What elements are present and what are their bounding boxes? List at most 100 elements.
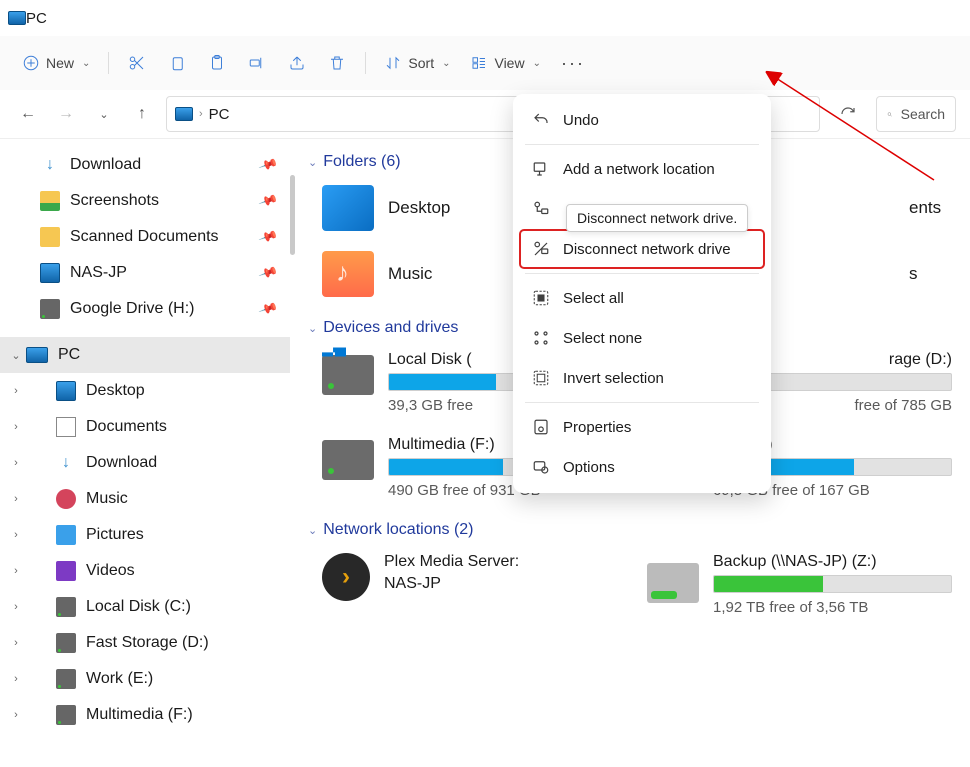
group-label: Network locations (2) (323, 521, 473, 539)
pc-icon (175, 107, 193, 121)
disconnect-icon (531, 239, 551, 259)
chevron-right-icon[interactable]: › (8, 673, 24, 685)
menu-select-all[interactable]: Select all (519, 278, 765, 318)
cut-button[interactable] (119, 45, 155, 81)
chevron-right-icon[interactable]: › (8, 565, 24, 577)
sidebar-item-scanned[interactable]: Scanned Documents📌 (0, 219, 290, 255)
music-icon (56, 489, 76, 509)
sidebar-item-screenshots[interactable]: Screenshots📌 (0, 183, 290, 219)
menu-separator (525, 273, 759, 274)
rename-button[interactable] (239, 45, 275, 81)
group-label: Folders (6) (323, 153, 400, 171)
tooltip: Disconnect network drive. (566, 204, 748, 232)
pin-icon: 📌 (257, 298, 278, 319)
sidebar-item-nas[interactable]: NAS-JP📌 (0, 255, 290, 291)
plus-circle-icon (22, 54, 40, 72)
chevron-right-icon[interactable]: › (8, 637, 24, 649)
sort-button[interactable]: Sort ⌄ (376, 45, 458, 81)
windows-drive-icon (322, 355, 374, 395)
folder-label: ents (909, 198, 941, 218)
invert-icon (531, 368, 551, 388)
undo-icon (531, 110, 551, 130)
sidebar-item-documents[interactable]: › Documents (0, 409, 290, 445)
recent-button[interactable]: ⌄ (90, 100, 118, 128)
body: ↓Download📌 Screenshots📌 Scanned Document… (0, 138, 970, 767)
share-icon (288, 54, 306, 72)
download-icon: ↓ (56, 453, 76, 473)
sidebar-item-label: Local Disk (C:) (86, 598, 191, 616)
chevron-right-icon: › (199, 108, 203, 120)
chevron-down-icon[interactable]: ⌄ (8, 349, 24, 362)
delete-button[interactable] (319, 45, 355, 81)
more-button[interactable]: ··· (553, 45, 593, 81)
monitor-plus-icon (531, 159, 551, 179)
menu-select-none[interactable]: Select none (519, 318, 765, 358)
chevron-right-icon[interactable]: › (8, 529, 24, 541)
sidebar-item-music[interactable]: ›Music (0, 481, 290, 517)
monitor-icon (56, 381, 76, 401)
chevron-down-icon: ⌄ (533, 58, 541, 69)
sidebar-item-e[interactable]: › Work (E:) (0, 661, 290, 697)
net-plex[interactable]: › Plex Media Server: NAS-JP (322, 553, 627, 616)
sidebar-item-label: Download (86, 454, 157, 472)
copy-button[interactable] (159, 45, 195, 81)
sidebar-item-download2[interactable]: › ↓ Download (0, 445, 290, 481)
drive-icon (322, 440, 374, 480)
view-button[interactable]: View ⌄ (462, 45, 548, 81)
options-icon (531, 457, 551, 477)
up-button[interactable]: ↑ (128, 100, 156, 128)
sidebar-item-f[interactable]: ›Multimedia (F:) (0, 697, 290, 733)
drive-icon (56, 597, 76, 617)
net-backup[interactable]: Backup (\\NAS-JP) (Z:) 1,92 TB free of 3… (647, 553, 952, 616)
window-title: PC (26, 10, 47, 27)
drive-icon (40, 299, 60, 319)
chevron-right-icon[interactable]: › (8, 601, 24, 613)
menu-add-network[interactable]: Add a network location (519, 149, 765, 189)
chevron-right-icon[interactable]: › (8, 709, 24, 721)
chevron-down-icon: ⌄ (308, 524, 317, 537)
menu-options[interactable]: Options (519, 447, 765, 487)
drive-name: Backup (\\NAS-JP) (Z:) (713, 553, 952, 571)
menu-invert[interactable]: Invert selection (519, 358, 765, 398)
menu-disconnect-drive[interactable]: Disconnect network drive (519, 229, 765, 269)
drive-icon (56, 669, 76, 689)
breadcrumb[interactable]: PC (209, 106, 230, 123)
pin-icon: 📌 (257, 190, 278, 211)
menu-properties[interactable]: Properties (519, 407, 765, 447)
net-line2: NAS-JP (384, 575, 519, 593)
title-bar: PC (0, 0, 970, 36)
paste-button[interactable] (199, 45, 235, 81)
sidebar-item-label: Documents (86, 418, 167, 436)
chevron-down-icon: ⌄ (308, 322, 317, 335)
sidebar-item-videos[interactable]: ›Videos (0, 553, 290, 589)
chevron-right-icon[interactable]: › (8, 493, 24, 505)
view-icon (470, 54, 488, 72)
back-button[interactable]: ← (14, 100, 42, 128)
new-label: New (46, 55, 74, 71)
chevron-right-icon[interactable]: › (8, 385, 24, 397)
chevron-right-icon[interactable]: › (8, 421, 24, 433)
menu-label: Options (563, 459, 615, 476)
music-icon (322, 251, 374, 297)
scrollbar-thumb[interactable] (290, 175, 295, 255)
group-network[interactable]: ⌄ Network locations (2) (308, 521, 952, 539)
new-button[interactable]: New ⌄ (14, 45, 98, 81)
menu-undo[interactable]: Undo (519, 100, 765, 140)
sidebar-item-pc[interactable]: ⌄PC (0, 337, 290, 373)
chevron-right-icon[interactable]: › (8, 457, 24, 469)
sidebar-item-pictures[interactable]: › Pictures (0, 517, 290, 553)
sidebar-item-gdrive[interactable]: Google Drive (H:)📌 (0, 291, 290, 327)
sidebar-item-label: Pictures (86, 526, 144, 544)
forward-button[interactable]: → (52, 100, 80, 128)
sort-icon (384, 54, 402, 72)
sidebar-item-label: Work (E:) (86, 670, 153, 688)
sidebar-item-c[interactable]: › Local Disk (C:) (0, 589, 290, 625)
sidebar-item-download[interactable]: ↓Download📌 (0, 147, 290, 183)
sidebar-item-label: Download (70, 156, 141, 174)
sidebar-item-label: Scanned Documents (70, 228, 219, 246)
sidebar-item-desktop[interactable]: ›Desktop (0, 373, 290, 409)
share-button[interactable] (279, 45, 315, 81)
network-drive-icon (647, 563, 699, 603)
select-all-icon (531, 288, 551, 308)
sidebar-item-d[interactable]: ›Fast Storage (D:) (0, 625, 290, 661)
